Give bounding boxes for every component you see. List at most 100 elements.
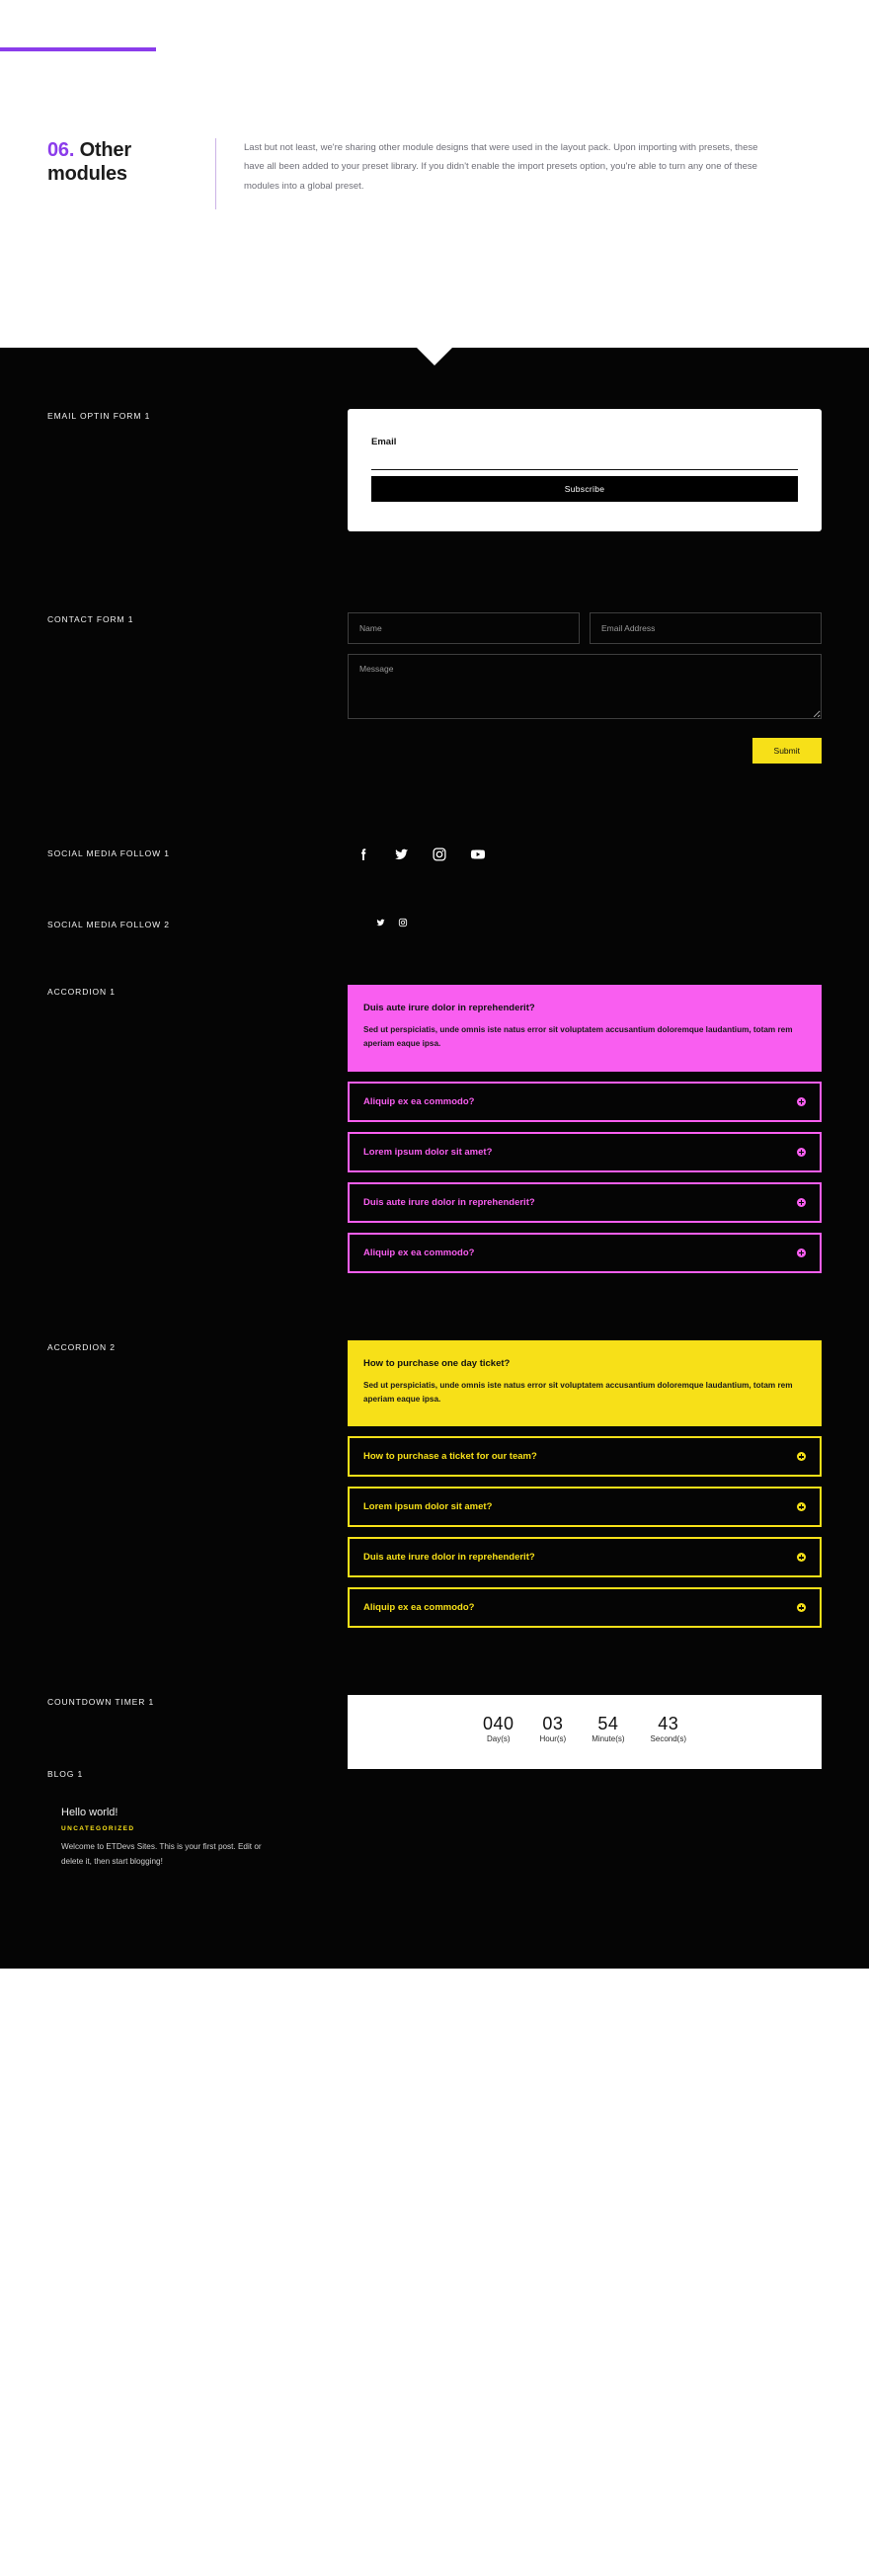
countdown-unit-label: Minute(s): [592, 1734, 625, 1744]
accordion-item[interactable]: Duis aute irure dolor in reprehenderit?: [348, 1537, 822, 1578]
subscribe-button[interactable]: Subscribe: [371, 476, 798, 502]
page-title: 06. Other modules: [47, 138, 215, 187]
countdown-value: 040: [482, 1714, 514, 1734]
accordion-item-title: Lorem ipsum dolor sit amet?: [363, 1146, 493, 1158]
contact-name-email-row: [348, 612, 822, 644]
accordion-item-title: Duis aute irure dolor in reprehenderit?: [363, 1552, 535, 1564]
countdown-unit-hours: 03 Hour(s): [540, 1715, 567, 1743]
accordion-item[interactable]: Duis aute irure dolor in reprehenderit?: [348, 1181, 822, 1223]
accordion-2-row: ACCORDION 2 How to purchase one day tick…: [0, 1273, 869, 1629]
accordion-item[interactable]: Aliquip ex ea commodo?: [348, 1587, 822, 1629]
plus-circle-icon[interactable]: [797, 1452, 806, 1462]
social-follow-1-row: SOCIAL MEDIA FOLLOW 1: [0, 764, 869, 862]
accordion-item-title: Lorem ipsum dolor sit amet?: [363, 1501, 493, 1513]
social-follow-2-label: SOCIAL MEDIA FOLLOW 2: [47, 920, 170, 929]
plus-circle-icon[interactable]: [797, 1096, 806, 1106]
accordion-item-title: Aliquip ex ea commodo?: [363, 1247, 475, 1258]
facebook-icon[interactable]: [356, 846, 371, 862]
countdown-timer: 040 Day(s) 03 Hour(s) 54 Minute(s) 43 Se…: [348, 1695, 822, 1770]
intro-body-column: Last but not least, we're sharing other …: [216, 138, 869, 209]
accordion-2-label: ACCORDION 2: [47, 1341, 116, 1352]
blog-post-category[interactable]: UNCATEGORIZED: [61, 1825, 284, 1832]
countdown-value: 43: [658, 1714, 679, 1734]
accordion-1-row: ACCORDION 1 Duis aute irure dolor in rep…: [0, 929, 869, 1273]
email-input[interactable]: [371, 455, 798, 470]
section-notch-icon: [417, 348, 452, 365]
plus-circle-icon[interactable]: [797, 1197, 806, 1207]
submit-button[interactable]: Submit: [751, 738, 822, 764]
countdown-value: 54: [597, 1714, 619, 1734]
email-optin-row: EMAIL OPTIN FORM 1 Email Subscribe: [0, 348, 869, 531]
heading-number: 06.: [47, 139, 75, 161]
countdown-unit-label: Hour(s): [539, 1734, 567, 1744]
countdown-unit-label: Second(s): [650, 1734, 687, 1744]
email-address-input[interactable]: [590, 612, 822, 644]
blog-row: BLOG 1 Hello world! UNCATEGORIZED Welcom…: [0, 1769, 869, 1869]
contact-form-label: CONTACT FORM 1: [47, 614, 134, 624]
accordion-item-title: Aliquip ex ea commodo?: [363, 1602, 475, 1614]
plus-circle-icon[interactable]: [797, 1502, 806, 1512]
accordion-open-title: How to purchase one day ticket?: [363, 1357, 511, 1369]
accordion-2-content: How to purchase one day ticket? Sed ut p…: [348, 1339, 822, 1629]
message-textarea[interactable]: [348, 654, 822, 719]
social-follow-1-content: [348, 846, 822, 862]
accordion-item[interactable]: Lorem ipsum dolor sit amet?: [348, 1487, 822, 1528]
name-input[interactable]: [348, 612, 580, 644]
countdown-unit-seconds: 43 Second(s): [651, 1715, 686, 1743]
plus-circle-icon[interactable]: [797, 1147, 806, 1157]
blog-post-card[interactable]: Hello world! UNCATEGORIZED Welcome to ET…: [47, 1807, 284, 1869]
email-optin-content: Email Subscribe: [348, 409, 822, 531]
accordion-1-label: ACCORDION 1: [47, 987, 116, 997]
accordion-open-body: Sed ut perspiciatis, unde omnis iste nat…: [363, 1025, 793, 1049]
countdown-unit-minutes: 54 Minute(s): [592, 1715, 624, 1743]
accordion-1-list: Duis aute irure dolor in reprehenderit? …: [348, 985, 822, 1273]
countdown-unit-label: Day(s): [486, 1734, 511, 1744]
accordion-open-title: Duis aute irure dolor in reprehenderit?: [363, 1003, 535, 1013]
email-field-label: Email: [371, 437, 397, 447]
accordion-2-list: How to purchase one day ticket? Sed ut p…: [348, 1339, 822, 1629]
instagram-icon[interactable]: [432, 846, 447, 862]
accent-bar: [0, 47, 156, 51]
social-follow-2-row: SOCIAL MEDIA FOLLOW 2: [0, 862, 869, 929]
accordion-item-title: Aliquip ex ea commodo?: [363, 1095, 475, 1107]
countdown-label: COUNTDOWN TIMER 1: [47, 1697, 155, 1708]
contact-form-row: CONTACT FORM 1 Submit: [0, 531, 869, 764]
optin-card: Email Subscribe: [348, 409, 822, 531]
accordion-item[interactable]: Aliquip ex ea commodo?: [348, 1232, 822, 1273]
accordion-item[interactable]: How to purchase a ticket for our team?: [348, 1436, 822, 1478]
social-icon-list: [348, 846, 822, 862]
contact-form-content: Submit: [348, 612, 822, 764]
countdown-value: 03: [542, 1714, 564, 1734]
countdown-content: 040 Day(s) 03 Hour(s) 54 Minute(s) 43 Se…: [348, 1695, 822, 1770]
page-root: 06. Other modules Last but not least, we…: [0, 0, 869, 1969]
plus-circle-icon[interactable]: [797, 1248, 806, 1257]
twitter-icon[interactable]: [393, 846, 410, 862]
intro-section: 06. Other modules Last but not least, we…: [0, 0, 869, 348]
accordion-item-title: Duis aute irure dolor in reprehenderit?: [363, 1196, 535, 1208]
accordion-1-content: Duis aute irure dolor in reprehenderit? …: [348, 985, 822, 1273]
contact-actions: Submit: [348, 738, 822, 764]
countdown-row: COUNTDOWN TIMER 1 040 Day(s) 03 Hour(s) …: [0, 1628, 869, 1770]
countdown-unit-days: 040 Day(s): [483, 1715, 514, 1743]
accordion-item-open[interactable]: How to purchase one day ticket? Sed ut p…: [348, 1339, 822, 1427]
instagram-icon[interactable]: [398, 918, 408, 927]
modules-section: EMAIL OPTIN FORM 1 Email Subscribe CONTA…: [0, 348, 869, 1969]
blog-post-title[interactable]: Hello world!: [61, 1807, 284, 1818]
accordion-item-open[interactable]: Duis aute irure dolor in reprehenderit? …: [348, 985, 822, 1072]
accordion-open-body: Sed ut perspiciatis, unde omnis iste nat…: [363, 1380, 793, 1405]
blog-label: BLOG 1: [47, 1769, 84, 1780]
intro-paragraph: Last but not least, we're sharing other …: [244, 142, 758, 192]
accordion-item[interactable]: Aliquip ex ea commodo?: [348, 1081, 822, 1122]
social-follow-2-content: [348, 918, 822, 927]
accordion-item[interactable]: Lorem ipsum dolor sit amet?: [348, 1131, 822, 1172]
plus-circle-icon[interactable]: [797, 1603, 806, 1613]
blog-post-excerpt: Welcome to ETDevs Sites. This is your fi…: [61, 1842, 262, 1867]
email-optin-label: EMAIL OPTIN FORM 1: [47, 411, 151, 421]
plus-circle-icon[interactable]: [797, 1553, 806, 1563]
intro-heading-column: 06. Other modules: [0, 138, 215, 209]
social-icon-list-2: [348, 918, 822, 927]
youtube-icon[interactable]: [469, 846, 487, 862]
twitter-icon[interactable]: [375, 918, 386, 927]
accordion-item-title: How to purchase a ticket for our team?: [363, 1451, 537, 1463]
intro-content: 06. Other modules Last but not least, we…: [0, 138, 869, 209]
